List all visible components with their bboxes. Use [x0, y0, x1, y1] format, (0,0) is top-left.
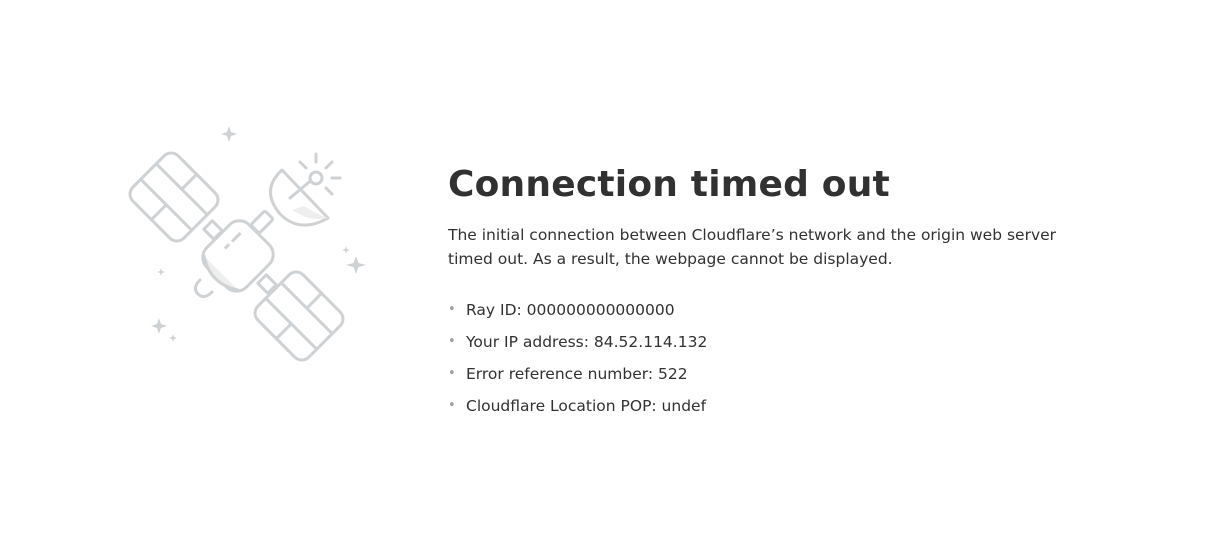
detail-ip-address: • Your IP address: 84.52.114.132 [448, 326, 1088, 358]
error-content: Connection timed out The initial connect… [448, 164, 1088, 422]
satellite-illustration [110, 110, 390, 390]
detail-location-pop: • Cloudflare Location POP: undef [448, 390, 1088, 422]
bullet-icon: • [448, 334, 456, 349]
bullet-icon: • [448, 398, 456, 413]
error-title: Connection timed out [448, 164, 890, 205]
bullet-icon: • [448, 302, 456, 317]
detail-text: Ray ID: 000000000000000 [466, 301, 675, 319]
bullet-icon: • [448, 366, 456, 381]
detail-text: Cloudflare Location POP: undef [466, 397, 707, 415]
detail-ray-id: • Ray ID: 000000000000000 [448, 294, 1088, 326]
detail-text: Your IP address: 84.52.114.132 [466, 333, 708, 351]
satellite-icon [128, 126, 366, 362]
detail-text: Error reference number: 522 [466, 365, 688, 383]
error-details-list: • Ray ID: 000000000000000 • Your IP addr… [448, 294, 1088, 422]
error-description: The initial connection between Cloudflar… [448, 226, 1057, 268]
detail-error-reference: • Error reference number: 522 [448, 358, 1088, 390]
